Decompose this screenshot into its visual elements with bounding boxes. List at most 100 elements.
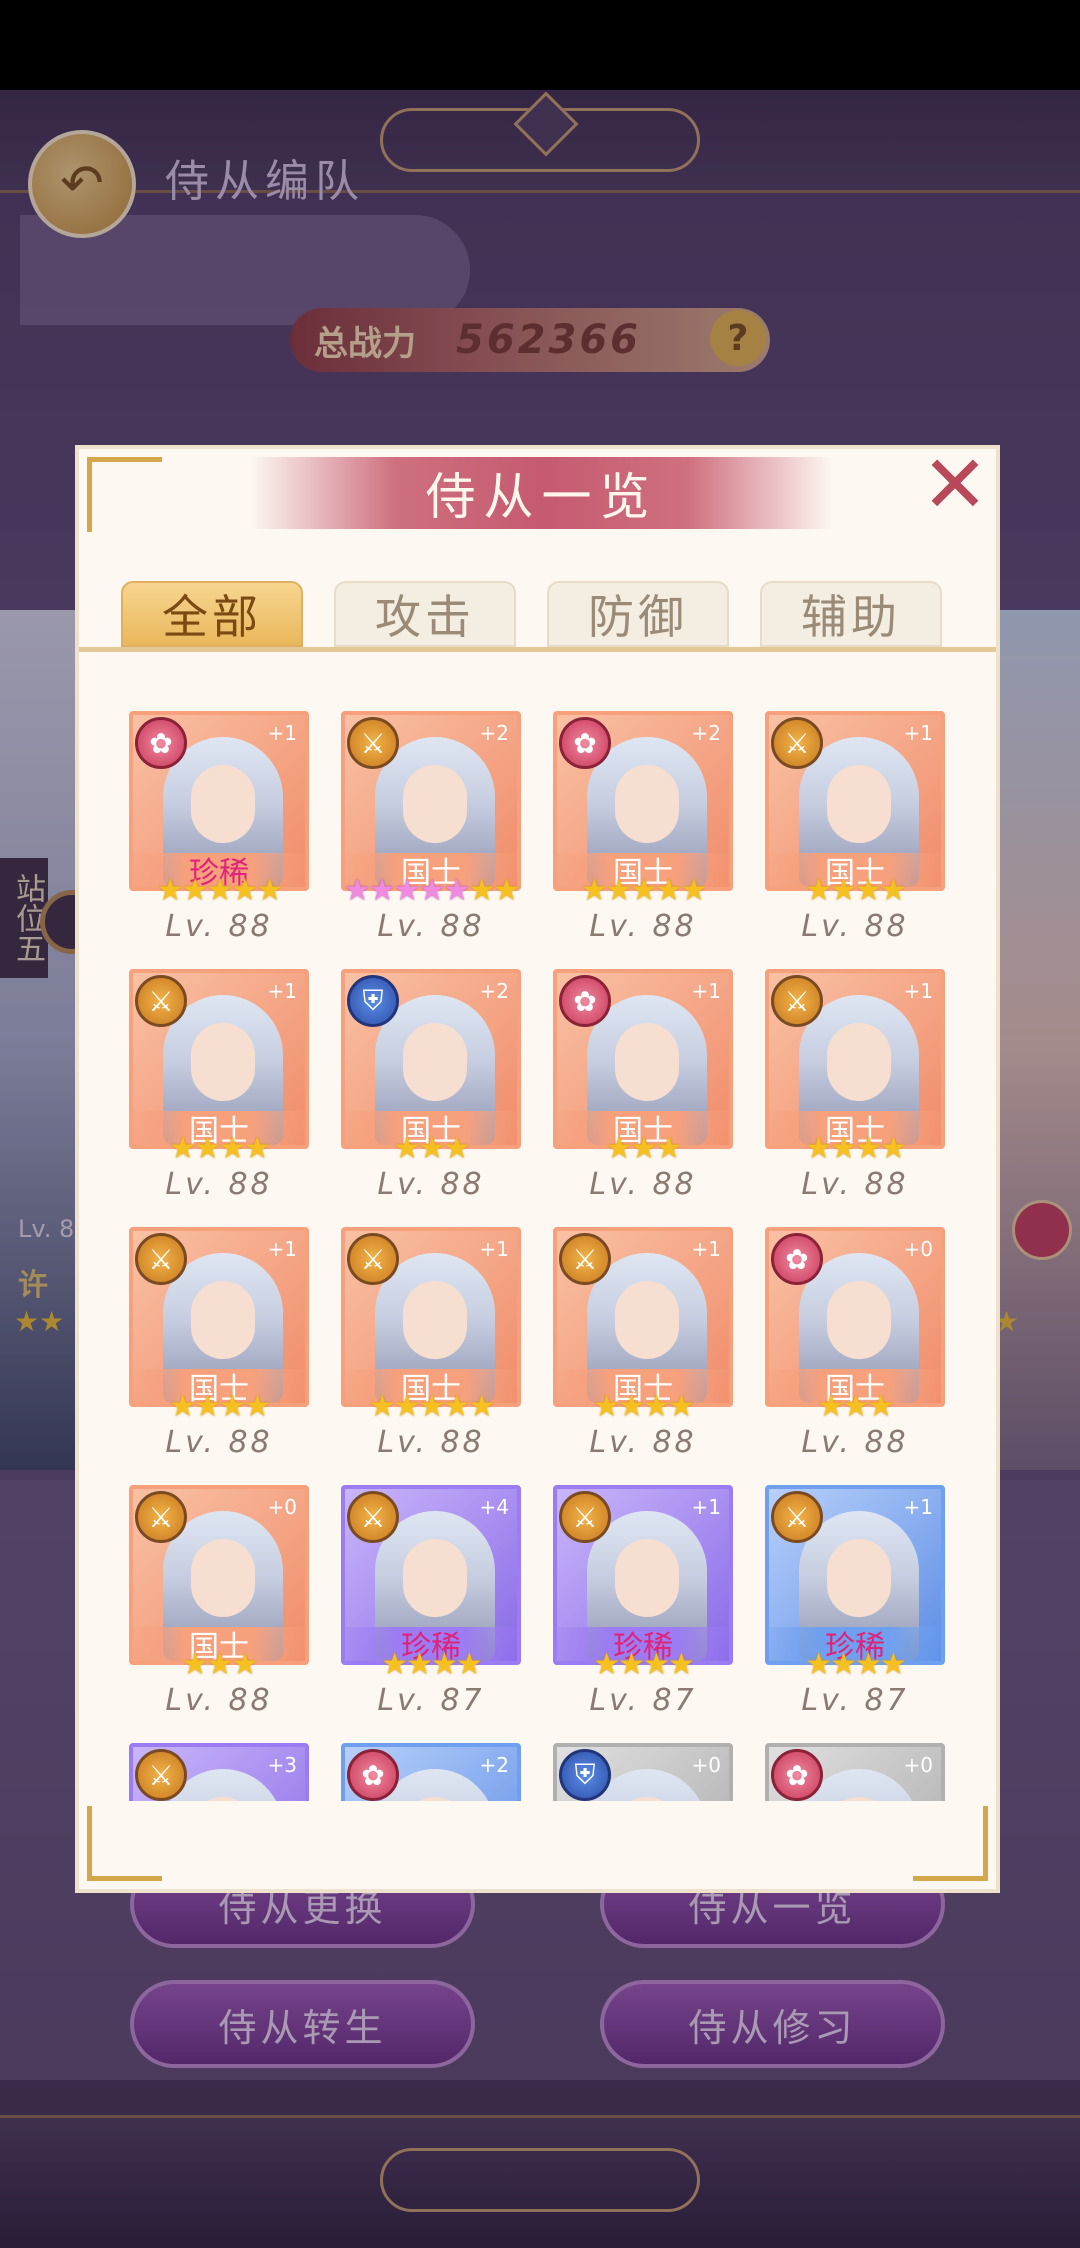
character-face [191,1539,255,1617]
attack-class-icon: ⚔ [347,717,399,769]
attendant-card[interactable]: ✿ +0 国士 ★★★ Lv. 88 [765,1227,945,1462]
upgrade-count: +1 [903,979,933,1003]
star-rating: ★★★★ [593,1647,695,1682]
star-rating: ★★★ [605,1131,683,1166]
star-rating: ★★★ [181,1647,259,1682]
attendant-portrait: ⚔ +1 国士 [553,1227,733,1407]
attendant-card[interactable]: ✿ +0 [765,1743,945,1801]
corner-ornament [87,457,162,532]
attendant-grid[interactable]: ✿ +1 珍稀 ★★★★★ Lv. 88 ⚔ +2 国士 ★★★★★★★ Lv. 88 ✿ +2 国士 ★… [129,711,949,1801]
attendant-portrait: ⚔ +4 珍稀 [341,1485,521,1665]
attendant-card[interactable]: ⚔ +4 珍稀 ★★★★ Lv. 87 [341,1485,521,1720]
upgrade-count: +0 [903,1753,933,1777]
attack-class-icon: ⚔ [771,975,823,1027]
attendant-card[interactable]: ⚔ +1 国士 ★★★★ Lv. 88 [129,1227,309,1462]
tab-attack[interactable]: 攻击 [334,581,516,647]
attendant-list-modal: 侍从一览 ✕ 全部 攻击 防御 辅助 ✿ +1 珍稀 ★★★★★ Lv. 88 ⚔ +2 国士… [75,445,1000,1893]
character-face [827,1281,891,1359]
attendant-level: Lv. 88 [377,909,485,944]
upgrade-count: +1 [903,1495,933,1519]
tab-defense[interactable]: 防御 [547,581,729,647]
character-face [615,1281,679,1359]
tab-all[interactable]: 全部 [121,581,303,647]
upgrade-count: +2 [479,979,509,1003]
character-face [615,765,679,843]
character-face [615,1023,679,1101]
attendant-level: Lv. 88 [589,1167,697,1202]
attendant-portrait: ⚔ +0 国士 [129,1485,309,1665]
support-class-icon: ✿ [771,1749,823,1801]
attendant-card[interactable]: ✿ +2 国士 ★★★★★ Lv. 88 [553,711,733,946]
character-face [403,765,467,843]
attendant-card[interactable]: ⚔ +1 国士 ★★★★ Lv. 88 [765,969,945,1204]
character-face [191,765,255,843]
upgrade-count: +0 [903,1237,933,1261]
attendant-card[interactable]: ✿ +1 珍稀 ★★★★★ Lv. 88 [129,711,309,946]
attendant-portrait: ⚔ +1 珍稀 [553,1485,733,1665]
upgrade-count: +4 [479,1495,509,1519]
star-rating: ★★★★★ [580,873,707,908]
upgrade-count: +1 [691,1495,721,1519]
upgrade-count: +0 [267,1495,297,1519]
character-face [615,1539,679,1617]
attendant-card[interactable]: ✿ +1 国士 ★★★ Lv. 88 [553,969,733,1204]
attack-class-icon: ⚔ [559,1233,611,1285]
star-rating: ★★★★ [593,1389,695,1424]
attendant-card[interactable]: ⚔ +2 国士 ★★★★★★★ Lv. 88 [341,711,521,946]
attendant-portrait: ✿ +0 [765,1743,945,1801]
attendant-card[interactable]: ⚔ +1 珍稀 ★★★★ Lv. 87 [553,1485,733,1720]
attendant-portrait: ✿ +0 国士 [765,1227,945,1407]
attendant-card[interactable]: ⚔ +1 国士 ★★★★ Lv. 88 [553,1227,733,1462]
attack-class-icon: ⚔ [559,1491,611,1543]
character-face [403,1281,467,1359]
attendant-level: Lv. 88 [589,1425,697,1460]
attendant-card[interactable]: ⚔ +1 国士 ★★★★★ Lv. 88 [341,1227,521,1462]
attendant-card[interactable]: ⚔ +3 [129,1743,309,1801]
attendant-portrait: ✿ +2 国士 [553,711,733,891]
support-class-icon: ✿ [559,717,611,769]
attack-class-icon: ⚔ [135,1749,187,1801]
support-class-icon: ✿ [347,1749,399,1801]
star-rating: ★★★★ [805,1647,907,1682]
tab-support[interactable]: 辅助 [760,581,942,647]
upgrade-count: +0 [691,1753,721,1777]
attendant-portrait: ⚔ +3 [129,1743,309,1801]
star-rating: ★★★★★ [368,1389,495,1424]
tab-label: 全部 [162,590,262,644]
star-rating: ★★★★ [169,1389,271,1424]
attendant-level: Lv. 87 [377,1683,485,1718]
upgrade-count: +1 [267,1237,297,1261]
defense-class-icon: ⛨ [347,975,399,1027]
support-class-icon: ✿ [559,975,611,1027]
star-rating: ★★★★ [169,1131,271,1166]
attack-class-icon: ⚔ [135,1491,187,1543]
attendant-card[interactable]: ✿ +2 [341,1743,521,1801]
attendant-level: Lv. 88 [165,1683,273,1718]
attendant-card[interactable]: ⛨ +0 [553,1743,733,1801]
star-rating: ★★★ [393,1131,471,1166]
upgrade-count: +3 [267,1753,297,1777]
support-class-icon: ✿ [771,1233,823,1285]
tab-divider [79,647,996,652]
attendant-level: Lv. 87 [589,1683,697,1718]
attack-class-icon: ⚔ [347,1491,399,1543]
support-class-icon: ✿ [135,717,187,769]
attendant-portrait: ✿ +1 珍稀 [129,711,309,891]
attendant-card[interactable]: ⚔ +1 国士 ★★★★ Lv. 88 [765,711,945,946]
upgrade-count: +2 [479,1753,509,1777]
attendant-card[interactable]: ⚔ +0 国士 ★★★ Lv. 88 [129,1485,309,1720]
attendant-card[interactable]: ⛨ +2 国士 ★★★ Lv. 88 [341,969,521,1204]
attendant-portrait: ⚔ +1 国士 [765,969,945,1149]
attendant-portrait: ⚔ +1 珍稀 [765,1485,945,1665]
star-rating: ★★★★ [381,1647,483,1682]
attendant-level: Lv. 88 [801,909,909,944]
attack-class-icon: ⚔ [135,1233,187,1285]
character-face [403,1539,467,1617]
attendant-portrait: ✿ +2 [341,1743,521,1801]
close-button[interactable]: ✕ [919,445,991,525]
attendant-level: Lv. 88 [801,1167,909,1202]
modal-title-bar: 侍从一览 [249,457,834,529]
star-rating: ★★★★★ [156,873,283,908]
attendant-card[interactable]: ⚔ +1 国士 ★★★★ Lv. 88 [129,969,309,1204]
attendant-card[interactable]: ⚔ +1 珍稀 ★★★★ Lv. 87 [765,1485,945,1720]
